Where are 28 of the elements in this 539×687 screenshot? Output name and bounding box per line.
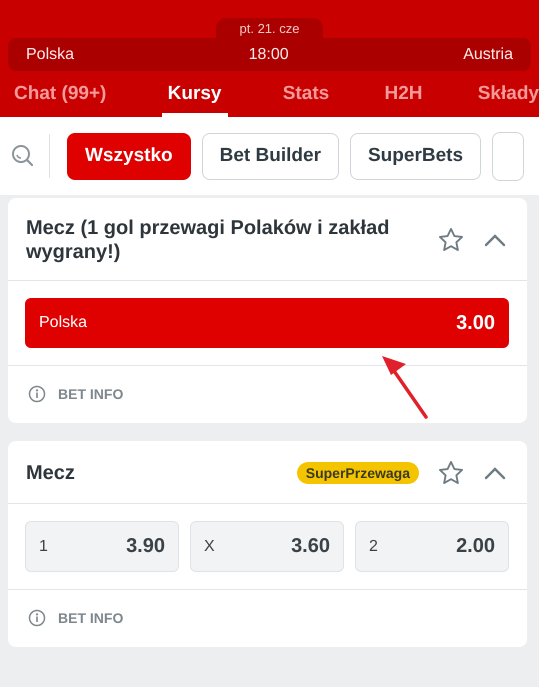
tab[interactable]: Składy [478, 71, 539, 117]
filter-chip[interactable]: Bet Builder [202, 132, 339, 180]
search-icon[interactable] [10, 143, 36, 169]
tab[interactable]: Stats [282, 71, 330, 117]
away-team: Austria [463, 46, 513, 64]
market-badge: SuperPrzewaga [296, 462, 419, 484]
filter-chip[interactable]: Wszystko [67, 132, 191, 180]
bet-info-link[interactable]: BET INFO [58, 610, 124, 626]
star-icon[interactable] [437, 226, 465, 254]
market-title: Mecz [26, 461, 76, 485]
home-team: Polska [26, 46, 74, 64]
bet-info-link[interactable]: BET INFO [58, 386, 124, 402]
tab[interactable]: Chat (99+) [14, 71, 106, 117]
info-icon[interactable] [28, 385, 46, 403]
market-title: Mecz (1 gol przewagi Polaków i zakład wygrany!) [26, 216, 390, 264]
chevron-up-icon[interactable] [483, 233, 507, 247]
match-date: pt. 21. cze [216, 18, 324, 38]
star-icon[interactable] [437, 459, 465, 487]
annotation-arrow [380, 354, 430, 420]
odds-button[interactable]: 1 3.90 [25, 521, 179, 572]
match-time: 18:00 [248, 46, 289, 64]
odds-button[interactable]: X 3.60 [190, 521, 344, 572]
odds-button[interactable]: 2 2.00 [355, 521, 509, 572]
odds-button[interactable]: Polska 3.00 [25, 298, 509, 348]
chevron-up-icon[interactable] [483, 466, 507, 480]
filter-chip[interactable]: SuperBets [350, 132, 482, 180]
tab[interactable]: H2H [384, 71, 422, 117]
info-icon[interactable] [28, 609, 46, 627]
